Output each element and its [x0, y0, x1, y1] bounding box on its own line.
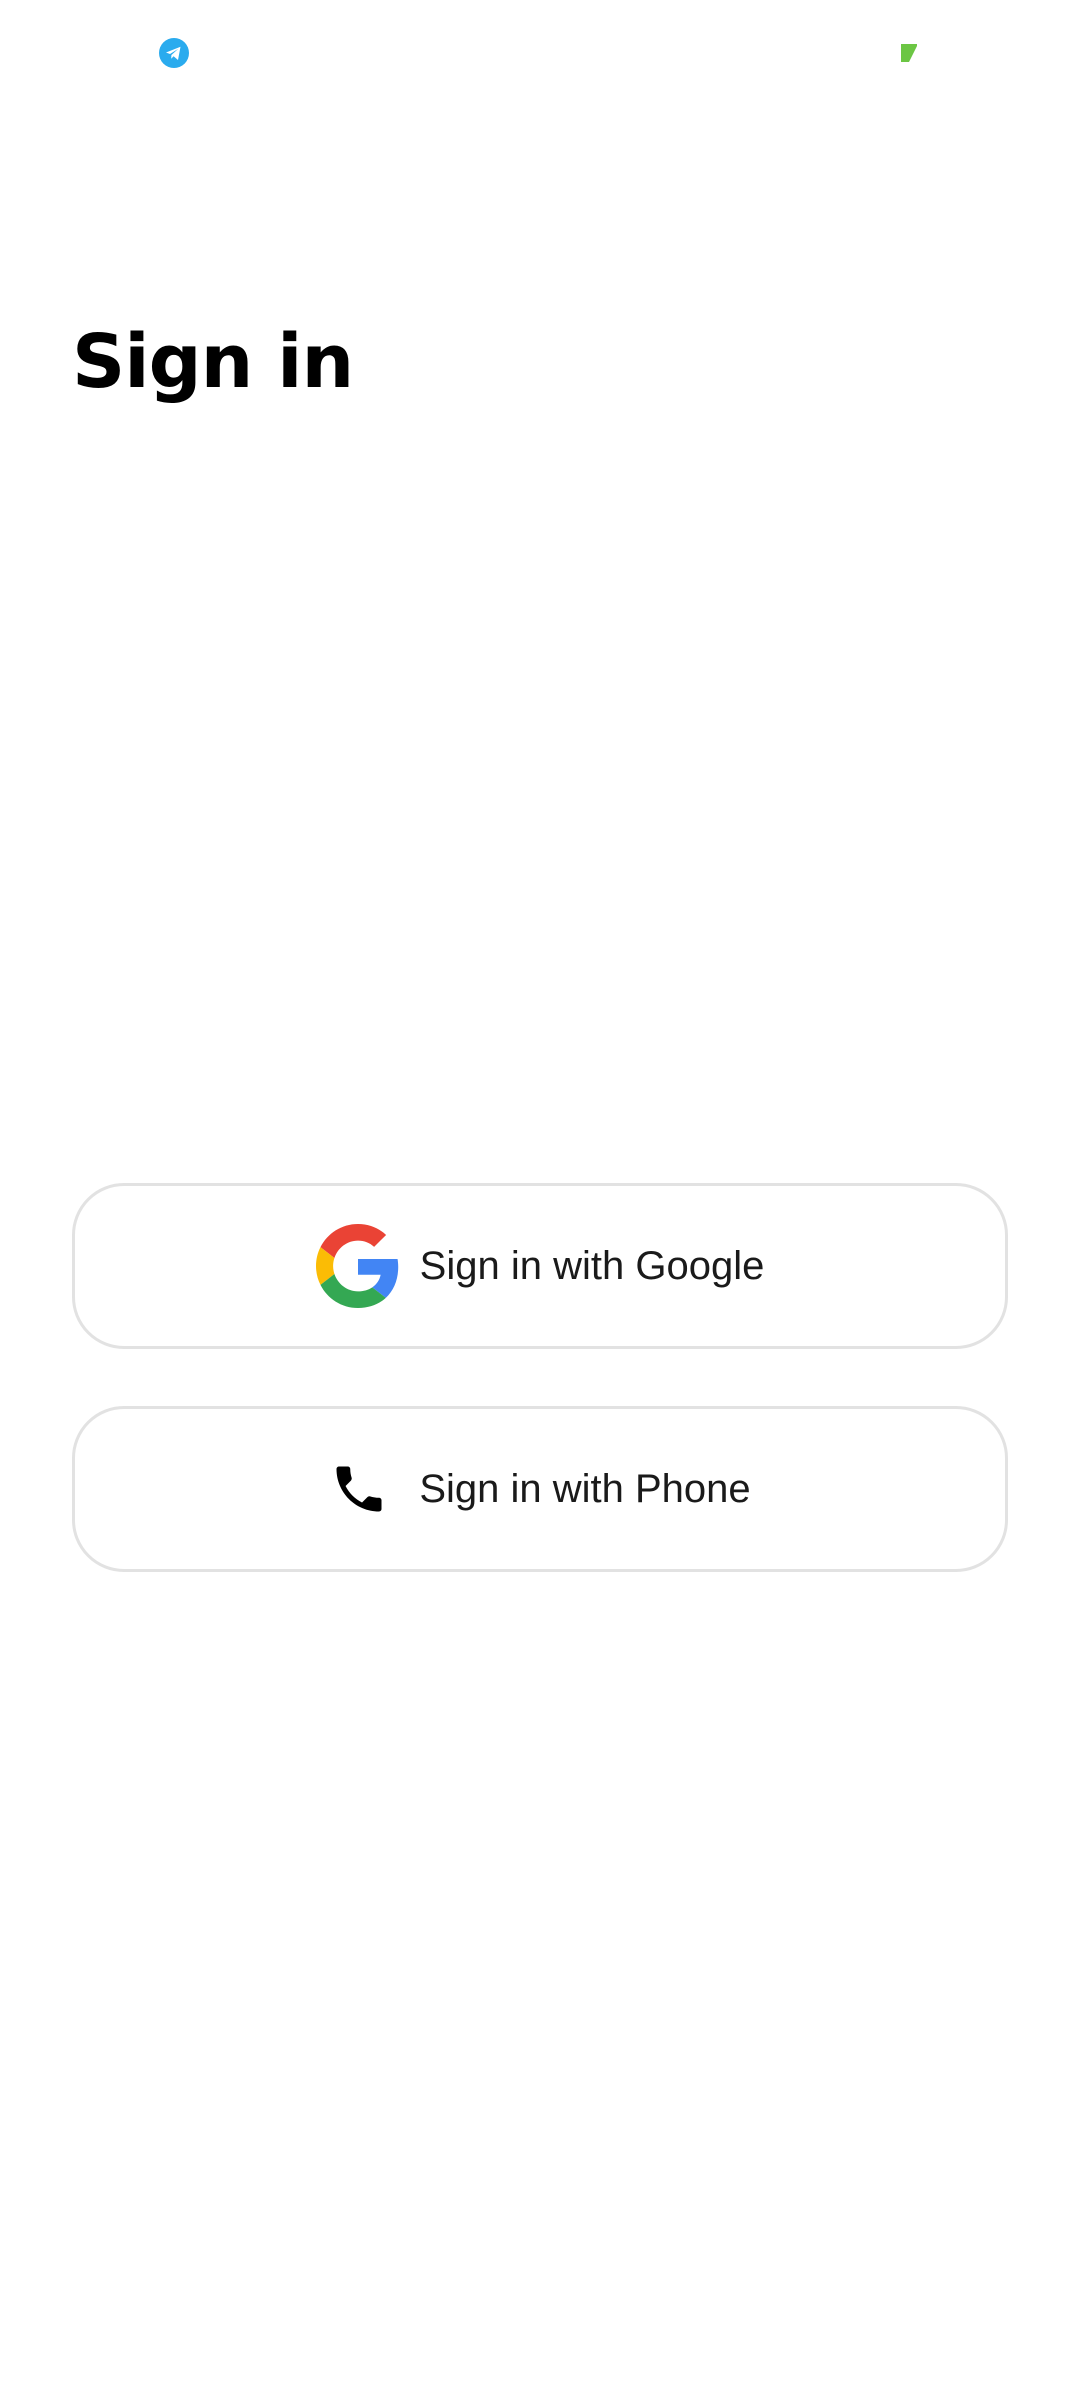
- page-title: Sign in: [72, 319, 354, 405]
- sign-in-with-phone-button[interactable]: Sign in with Phone: [72, 1406, 1008, 1572]
- phone-button-label: Sign in with Phone: [419, 1466, 751, 1511]
- google-button-label: Sign in with Google: [419, 1243, 765, 1288]
- phone-icon: [329, 1459, 389, 1519]
- google-g-icon: [315, 1224, 400, 1308]
- sign-in-with-google-button[interactable]: Sign in with Google: [72, 1183, 1008, 1349]
- telegram-icon: [159, 38, 189, 68]
- battery-icon: [898, 42, 920, 64]
- status-bar: [0, 0, 1080, 110]
